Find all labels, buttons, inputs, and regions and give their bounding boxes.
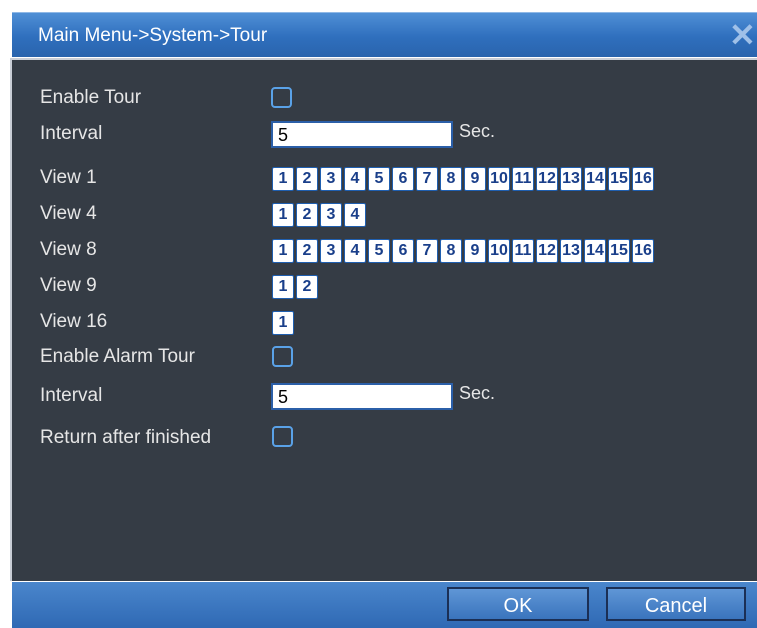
channel-11-button[interactable]: 11 [512, 167, 534, 191]
channel-3-button[interactable]: 3 [320, 239, 342, 263]
view16-label: View 16 [40, 311, 108, 332]
channel-10-button[interactable]: 10 [488, 167, 510, 191]
channel-4-button[interactable]: 4 [344, 239, 366, 263]
ok-button[interactable]: OK [447, 587, 589, 621]
view16-channels: 1 [272, 311, 296, 335]
tour-dialog: Main Menu->System->Tour ✕ Enable Tour In… [0, 0, 757, 628]
enable-tour-label: Enable Tour [40, 87, 142, 108]
channel-13-button[interactable]: 13 [560, 167, 582, 191]
cancel-button[interactable]: Cancel [606, 587, 746, 621]
channel-1-button[interactable]: 1 [272, 311, 294, 335]
channel-5-button[interactable]: 5 [368, 167, 390, 191]
enable-tour-checkbox[interactable] [271, 87, 292, 108]
channel-12-button[interactable]: 12 [536, 239, 558, 263]
channel-13-button[interactable]: 13 [560, 239, 582, 263]
view1-channels: 1 2 3 4 5 6 7 8 9 10 11 12 13 14 15 16 [272, 167, 656, 191]
channel-15-button[interactable]: 15 [608, 239, 630, 263]
channel-10-button[interactable]: 10 [488, 239, 510, 263]
return-after-finished-checkbox[interactable] [272, 426, 293, 447]
window-title: Main Menu->System->Tour [38, 25, 268, 46]
channel-6-button[interactable]: 6 [392, 167, 414, 191]
title-bar: Main Menu->System->Tour ✕ [12, 12, 757, 57]
channel-3-button[interactable]: 3 [320, 167, 342, 191]
interval-label: Interval [40, 123, 103, 144]
channel-16-button[interactable]: 16 [632, 239, 654, 263]
enable-alarm-tour-label: Enable Alarm Tour [40, 346, 195, 367]
channel-3-button[interactable]: 3 [320, 203, 342, 227]
channel-1-button[interactable]: 1 [272, 167, 294, 191]
view4-channels: 1234 [272, 203, 368, 227]
return-after-finished-label: Return after finished [40, 427, 212, 448]
channel-1-button[interactable]: 1 [272, 275, 294, 299]
view8-channels: 1 2 3 4 5 6 7 8 9 10 11 12 13 14 15 16 [272, 239, 656, 263]
alarm-interval-label: Interval [40, 385, 103, 406]
channel-6-button[interactable]: 6 [392, 239, 414, 263]
channel-12-button[interactable]: 12 [536, 167, 558, 191]
alarm-interval-input[interactable]: 5 [271, 383, 453, 410]
alarm-interval-unit: Sec. [459, 383, 496, 403]
channel-1-button[interactable]: 1 [272, 203, 294, 227]
interval-unit: Sec. [459, 121, 496, 141]
view9-channels: 12 [272, 275, 320, 299]
channel-9-button[interactable]: 9 [464, 239, 486, 263]
channel-7-button[interactable]: 7 [416, 167, 438, 191]
channel-4-button[interactable]: 4 [344, 203, 366, 227]
channel-8-button[interactable]: 8 [440, 167, 462, 191]
channel-5-button[interactable]: 5 [368, 239, 390, 263]
channel-4-button[interactable]: 4 [344, 167, 366, 191]
view9-label: View 9 [40, 275, 97, 296]
channel-8-button[interactable]: 8 [440, 239, 462, 263]
channel-14-button[interactable]: 14 [584, 239, 606, 263]
channel-16-button[interactable]: 16 [632, 167, 654, 191]
channel-2-button[interactable]: 2 [296, 167, 318, 191]
view4-label: View 4 [40, 203, 97, 224]
channel-14-button[interactable]: 14 [584, 167, 606, 191]
channel-9-button[interactable]: 9 [464, 167, 486, 191]
channel-2-button[interactable]: 2 [296, 239, 318, 263]
channel-2-button[interactable]: 2 [296, 203, 318, 227]
close-icon[interactable]: ✕ [729, 17, 756, 53]
enable-alarm-tour-checkbox[interactable] [272, 346, 293, 367]
channel-11-button[interactable]: 11 [512, 239, 534, 263]
view8-label: View 8 [40, 239, 97, 260]
channel-7-button[interactable]: 7 [416, 239, 438, 263]
channel-1-button[interactable]: 1 [272, 239, 294, 263]
channel-2-button[interactable]: 2 [296, 275, 318, 299]
interval-input[interactable]: 5 [271, 121, 453, 148]
button-bar: OK Cancel [12, 582, 757, 628]
view1-label: View 1 [40, 167, 97, 188]
channel-15-button[interactable]: 15 [608, 167, 630, 191]
